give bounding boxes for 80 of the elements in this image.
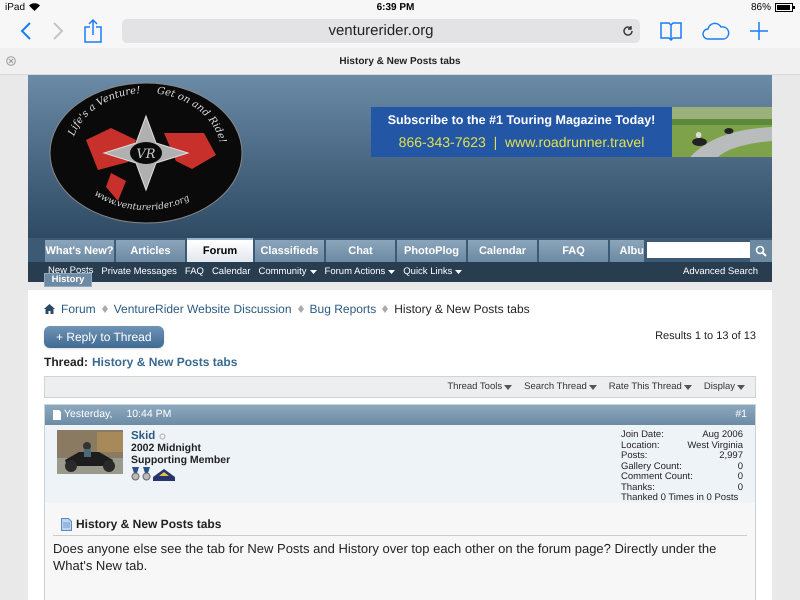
- user-title: 2002 Midnight: [131, 442, 202, 454]
- advanced-search-link[interactable]: Advanced Search: [683, 264, 758, 280]
- sub-nav-link[interactable]: Private Messages: [101, 264, 177, 280]
- medal-icon: [142, 467, 151, 481]
- info-label: Location:: [621, 440, 660, 451]
- info-value: 0: [738, 482, 743, 493]
- sub-nav-link[interactable]: New Posts: [48, 266, 94, 276]
- breadcrumb-current: History & New Posts tabs: [394, 301, 530, 318]
- document-icon: [61, 518, 72, 530]
- plus-icon[interactable]: [750, 22, 768, 40]
- info-label: Join Date:: [621, 430, 664, 440]
- post-title: History & New Posts tabs: [76, 516, 222, 533]
- info-label: Gallery Count:: [621, 462, 682, 472]
- thanked-count: Thanked 0 Times in 0 Posts: [621, 493, 740, 504]
- back-icon[interactable]: [20, 21, 32, 41]
- logo-monogram: VR: [136, 147, 156, 162]
- share-icon[interactable]: [84, 19, 102, 43]
- thread-tool-menu[interactable]: Display: [704, 380, 745, 394]
- wifi-icon: [29, 3, 40, 11]
- reply-button[interactable]: + Reply to Thread: [44, 326, 164, 348]
- thread-tool-menu[interactable]: Thread Tools: [447, 380, 512, 394]
- sub-nav-link[interactable]: FAQ: [184, 264, 204, 280]
- battery-percent: 86%: [750, 0, 771, 14]
- sub-nav-link[interactable]: Calendar: [212, 264, 250, 280]
- caret-icon: [684, 384, 692, 390]
- search-field[interactable]: [647, 242, 751, 258]
- thread-label: Thread:: [44, 354, 88, 371]
- separator-icon: [298, 305, 304, 313]
- caret-icon: [388, 270, 396, 274]
- battery-icon: [774, 2, 795, 12]
- post-body: Does anyone else see the tab for New Posts and History over top each other on the forum page? Directly under the What's New tab.: [53, 540, 718, 574]
- book-icon[interactable]: [660, 21, 682, 41]
- badge-icon: [153, 469, 175, 481]
- reload-icon[interactable]: [622, 25, 634, 37]
- sub-nav-link[interactable]: Forum Actions: [324, 264, 396, 280]
- advertisement[interactable]: Subscribe to the #1 Touring Magazine Today! 866-343-7623 | www.roadrunner.travel: [371, 107, 772, 157]
- caret-icon: [588, 384, 597, 390]
- search-button[interactable]: [750, 240, 772, 262]
- separator-icon: [102, 305, 108, 313]
- cloud-icon[interactable]: [702, 22, 730, 40]
- caret-icon: [504, 384, 512, 390]
- info-value: 0: [738, 462, 743, 472]
- info-label: Thanks:: [621, 482, 655, 493]
- thread-tool-menu[interactable]: Search Thread: [524, 380, 597, 394]
- device-name: iPad: [5, 0, 26, 14]
- document-icon: [53, 410, 61, 420]
- medal-icon: [131, 467, 140, 481]
- results-count: Results 1 to 13 of 13: [655, 329, 756, 344]
- history-tab[interactable]: History: [44, 273, 92, 287]
- ad-headline: Subscribe to the #1 Touring Magazine Today!: [388, 112, 656, 130]
- info-value: Aug 2006: [702, 430, 743, 440]
- info-label: Posts:: [621, 451, 648, 462]
- close-icon[interactable]: [6, 56, 16, 66]
- user-rank: Supporting Member: [131, 454, 230, 466]
- post-time: 10:44 PM: [126, 407, 172, 422]
- info-value: 2,997: [719, 451, 743, 462]
- sub-nav-link[interactable]: Quick Links: [403, 264, 462, 280]
- username[interactable]: Skid: [131, 430, 156, 442]
- separator-icon: [382, 305, 388, 313]
- search-icon: [755, 245, 767, 257]
- breadcrumb-link[interactable]: Forum: [61, 300, 96, 318]
- sub-nav-link[interactable]: Community: [258, 264, 317, 280]
- address-bar[interactable]: venturerider.org: [122, 19, 640, 43]
- info-value: 0: [738, 472, 743, 482]
- caret-icon: [737, 384, 745, 390]
- caret-icon: [310, 270, 317, 274]
- caret-icon: [455, 270, 462, 274]
- post-date: Yesterday,: [64, 407, 112, 422]
- breadcrumb-link[interactable]: VentureRider Website Discussion: [114, 300, 292, 318]
- info-value: West Virginia: [687, 440, 743, 451]
- breadcrumb-link[interactable]: Bug Reports: [310, 300, 376, 318]
- thread-tool-menu[interactable]: Rate This Thread: [608, 380, 692, 394]
- ad-contact: 866-343-7623 | www.roadrunner.travel: [398, 132, 644, 152]
- thread-title[interactable]: History & New Posts tabs: [92, 353, 238, 371]
- tab-title: History & New Posts tabs: [339, 54, 461, 68]
- nav-tab[interactable]: Forum: [187, 238, 253, 262]
- home-icon[interactable]: [44, 304, 55, 314]
- info-label: Comment Count:: [621, 472, 693, 482]
- clock: 6:39 PM: [376, 0, 414, 14]
- logo-drawing[interactable]: [50, 82, 242, 224]
